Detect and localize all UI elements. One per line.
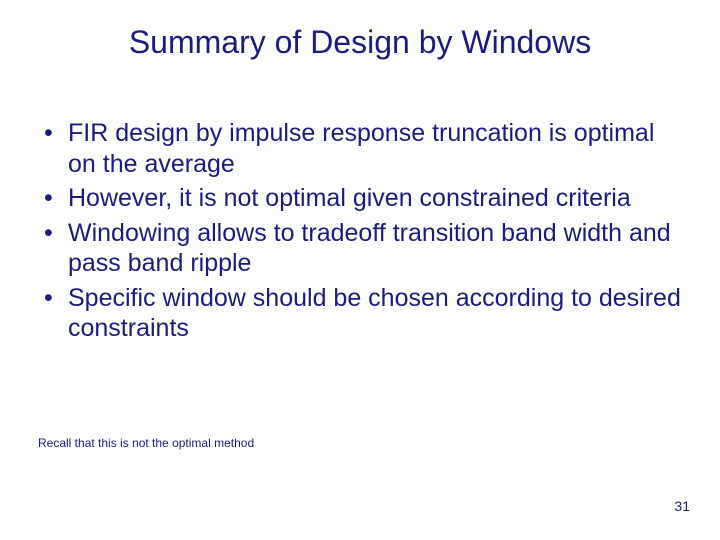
slide: Summary of Design by Windows FIR design … (0, 0, 720, 540)
slide-body: FIR design by impulse response truncatio… (38, 118, 682, 348)
bullet-item: Windowing allows to tradeoff transition … (38, 218, 682, 279)
bullet-item: Specific window should be chosen accordi… (38, 283, 682, 344)
bullet-list: FIR design by impulse response truncatio… (38, 118, 682, 344)
footnote-text: Recall that this is not the optimal meth… (38, 436, 254, 450)
bullet-item: FIR design by impulse response truncatio… (38, 118, 682, 179)
bullet-item: However, it is not optimal given constra… (38, 183, 682, 214)
page-number: 31 (674, 498, 690, 514)
slide-title: Summary of Design by Windows (0, 24, 720, 61)
